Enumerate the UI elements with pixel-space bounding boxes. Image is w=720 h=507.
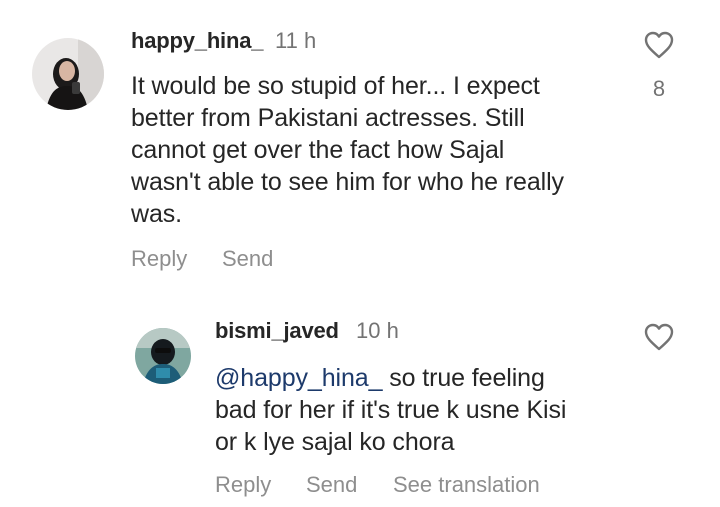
heart-outline-icon[interactable] [643,30,675,60]
like-count: 8 [652,76,666,101]
comment-username[interactable]: bismi_javed [215,318,339,344]
send-button[interactable]: Send [222,246,273,272]
comment-text-line: It would be so stupid of her... I expect [131,72,540,100]
comment-text-line: cannot get over the fact how Sajal [131,136,505,164]
avatar[interactable] [32,38,104,110]
send-button[interactable]: Send [306,472,357,498]
comment-text-line: better from Pakistani actresses. Still [131,104,525,132]
avatar[interactable] [135,328,191,384]
comment-text: @happy_hina_ so true feeling bad for her… [215,362,635,458]
comment-text-line: or k lye sajal ko chora [215,428,455,456]
user-mention-link[interactable]: @happy_hina_ [215,364,382,392]
comment-text-line: wasn't able to see him for who he really [131,168,564,196]
comment-timestamp: 10 h [356,318,399,343]
comment-text: It would be so stupid of her... I expect… [131,70,651,230]
comment-username[interactable]: happy_hina_ [131,28,263,54]
comment-text-line: so true feeling [382,364,545,392]
reply-button[interactable]: Reply [131,246,187,272]
see-translation-button[interactable]: See translation [393,472,540,498]
comment-timestamp: 11 h [275,28,317,53]
comment-text-line: bad for her if it's true k usne Kisi [215,396,567,424]
reply-button[interactable]: Reply [215,472,271,498]
heart-outline-icon[interactable] [643,322,675,352]
comment-text-line: was. [131,200,183,228]
